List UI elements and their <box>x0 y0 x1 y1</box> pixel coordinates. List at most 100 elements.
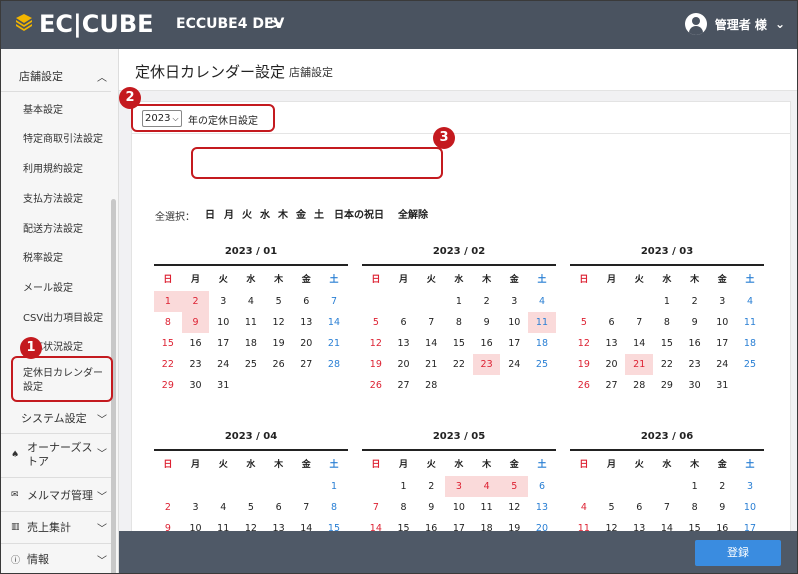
day-cell[interactable]: 10 <box>500 312 528 333</box>
day-cell[interactable]: 14 <box>320 312 348 333</box>
day-cell[interactable]: 20 <box>390 354 418 375</box>
day-cell[interactable]: 7 <box>320 291 348 312</box>
day-cell[interactable]: 25 <box>237 354 265 375</box>
day-cell[interactable]: 16 <box>681 333 709 354</box>
day-cell[interactable]: 2 <box>708 476 736 497</box>
chevron-right-icon[interactable]: > <box>269 14 282 33</box>
day-cell[interactable]: 13 <box>528 497 556 518</box>
day-cell[interactable]: 24 <box>209 354 237 375</box>
day-cell[interactable]: 28 <box>625 375 653 396</box>
register-button[interactable]: 登録 <box>695 540 781 566</box>
day-cell[interactable]: 19 <box>570 354 598 375</box>
day-cell[interactable]: 4 <box>237 291 265 312</box>
day-cell[interactable]: 2 <box>154 497 182 518</box>
day-cell[interactable]: 7 <box>292 497 320 518</box>
select-monday-button[interactable]: 月 <box>224 206 234 221</box>
day-cell[interactable]: 11 <box>736 312 764 333</box>
day-cell[interactable]: 6 <box>292 291 320 312</box>
day-cell[interactable]: 3 <box>736 476 764 497</box>
day-cell[interactable]: 10 <box>445 497 473 518</box>
sidebar-item-tokushoho[interactable]: 特定商取引法設定 <box>23 130 103 145</box>
day-cell[interactable]: 27 <box>390 375 418 396</box>
day-cell[interactable]: 3 <box>445 476 473 497</box>
day-cell[interactable]: 10 <box>209 312 237 333</box>
day-cell[interactable]: 20 <box>598 354 626 375</box>
day-cell[interactable]: 16 <box>473 333 501 354</box>
day-cell[interactable]: 1 <box>445 291 473 312</box>
sidebar-section-info[interactable]: ⓘ 情報 ﹀ <box>1 544 119 573</box>
day-cell[interactable]: 7 <box>362 497 390 518</box>
day-cell[interactable]: 13 <box>598 333 626 354</box>
day-cell[interactable]: 29 <box>154 375 182 396</box>
logo[interactable]: EC|CUBE <box>13 10 154 38</box>
day-cell[interactable]: 18 <box>237 333 265 354</box>
day-cell[interactable]: 11 <box>237 312 265 333</box>
sidebar-section-store-settings[interactable]: 店舗設定 ︿ <box>1 61 119 91</box>
day-cell[interactable]: 15 <box>154 333 182 354</box>
day-cell[interactable]: 5 <box>265 291 293 312</box>
day-cell[interactable]: 10 <box>708 312 736 333</box>
day-cell[interactable]: 26 <box>570 375 598 396</box>
day-cell[interactable]: 27 <box>598 375 626 396</box>
day-cell[interactable]: 18 <box>736 333 764 354</box>
day-cell[interactable]: 8 <box>320 497 348 518</box>
day-cell[interactable]: 3 <box>708 291 736 312</box>
day-cell[interactable]: 13 <box>292 312 320 333</box>
day-cell[interactable]: 9 <box>417 497 445 518</box>
day-cell[interactable]: 2 <box>473 291 501 312</box>
day-cell[interactable]: 1 <box>320 476 348 497</box>
day-cell[interactable]: 31 <box>209 375 237 396</box>
day-cell[interactable]: 13 <box>390 333 418 354</box>
day-cell[interactable]: 20 <box>292 333 320 354</box>
day-cell[interactable]: 21 <box>417 354 445 375</box>
day-cell[interactable]: 23 <box>681 354 709 375</box>
day-cell[interactable]: 22 <box>154 354 182 375</box>
day-cell[interactable]: 19 <box>362 354 390 375</box>
day-cell[interactable]: 22 <box>653 354 681 375</box>
day-cell[interactable]: 5 <box>598 497 626 518</box>
day-cell[interactable]: 3 <box>209 291 237 312</box>
day-cell[interactable]: 2 <box>681 291 709 312</box>
day-cell[interactable]: 25 <box>528 354 556 375</box>
day-cell[interactable]: 4 <box>736 291 764 312</box>
day-cell[interactable]: 10 <box>736 497 764 518</box>
day-cell[interactable]: 9 <box>473 312 501 333</box>
day-cell[interactable]: 12 <box>362 333 390 354</box>
day-cell[interactable]: 23 <box>472 354 501 375</box>
day-cell[interactable]: 5 <box>237 497 265 518</box>
user-menu[interactable]: 管理者 様 ⌄ <box>684 13 785 35</box>
day-cell[interactable]: 4 <box>528 291 556 312</box>
day-cell[interactable]: 17 <box>209 333 237 354</box>
select-friday-button[interactable]: 金 <box>296 206 306 221</box>
day-cell[interactable]: 12 <box>500 497 528 518</box>
day-cell[interactable]: 1 <box>390 476 418 497</box>
clear-all-button[interactable]: 全解除 <box>398 206 428 221</box>
day-cell[interactable]: 8 <box>445 312 473 333</box>
day-cell[interactable]: 1 <box>681 476 709 497</box>
day-cell[interactable]: 30 <box>182 375 210 396</box>
day-cell[interactable]: 7 <box>625 312 653 333</box>
day-cell[interactable]: 30 <box>681 375 709 396</box>
day-cell[interactable]: 7 <box>417 312 445 333</box>
day-cell[interactable]: 27 <box>292 354 320 375</box>
day-cell[interactable]: 5 <box>362 312 390 333</box>
day-cell[interactable]: 1 <box>653 291 681 312</box>
sidebar-item-basic[interactable]: 基本設定 <box>23 101 63 116</box>
day-cell[interactable]: 24 <box>500 354 528 375</box>
sidebar-item-csv[interactable]: CSV出力項目設定 <box>23 309 103 324</box>
select-tuesday-button[interactable]: 火 <box>242 206 252 221</box>
day-cell[interactable]: 8 <box>390 497 418 518</box>
day-cell[interactable]: 5 <box>570 312 598 333</box>
sidebar-section-system[interactable]: システム設定 ﹀ <box>1 403 119 433</box>
day-cell[interactable]: 28 <box>417 375 445 396</box>
day-cell[interactable]: 9 <box>708 497 736 518</box>
select-sunday-button[interactable]: 日 <box>205 206 215 221</box>
day-cell[interactable]: 29 <box>653 375 681 396</box>
day-cell[interactable]: 7 <box>653 497 681 518</box>
select-wednesday-button[interactable]: 水 <box>260 206 270 221</box>
day-cell[interactable]: 4 <box>570 497 598 518</box>
day-cell[interactable]: 14 <box>417 333 445 354</box>
sidebar-section-mail-magazine[interactable]: ✉ メルマガ管理 ﹀ <box>1 480 119 510</box>
day-cell[interactable]: 6 <box>265 497 293 518</box>
day-cell[interactable]: 15 <box>445 333 473 354</box>
